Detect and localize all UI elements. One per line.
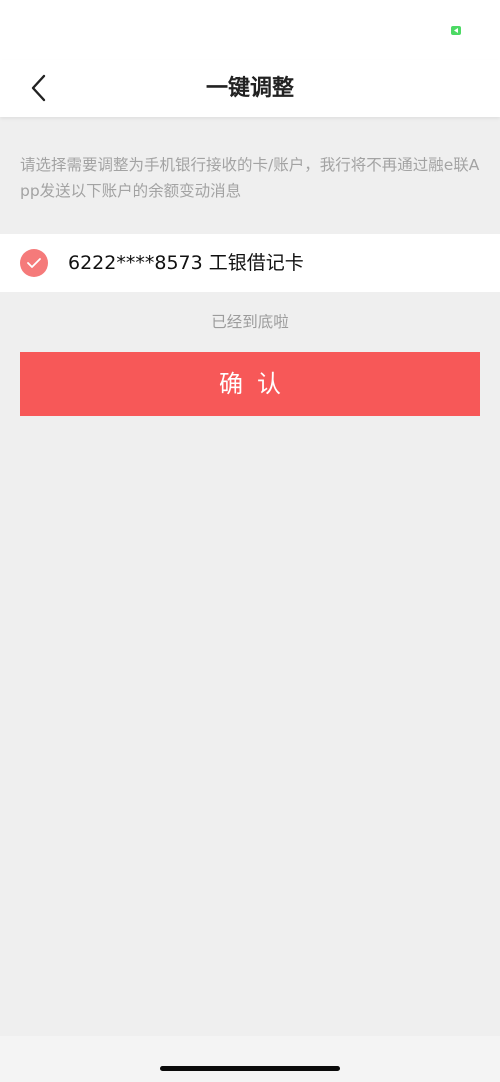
account-label: 6222****8573 工银借记卡 — [68, 252, 304, 274]
battery-icon — [451, 26, 461, 35]
hint-text: 请选择需要调整为手机银行接收的卡/账户，我行将不再通过融e联App发送以下账户的… — [20, 156, 480, 200]
back-button[interactable] — [20, 70, 56, 106]
page-title: 一键调整 — [205, 76, 294, 101]
account-row[interactable]: 6222****8573 工银借记卡 — [0, 234, 500, 292]
status-bar — [0, 0, 500, 60]
list-end-text: 已经到底啦 — [211, 313, 289, 331]
checkmark-icon[interactable] — [20, 249, 48, 277]
nav-bar: 一键调整 — [0, 60, 500, 117]
confirm-button[interactable]: 确认 — [20, 352, 480, 416]
chevron-left-icon — [31, 74, 46, 102]
bottom-bar — [0, 1036, 500, 1082]
home-indicator[interactable] — [160, 1066, 340, 1071]
